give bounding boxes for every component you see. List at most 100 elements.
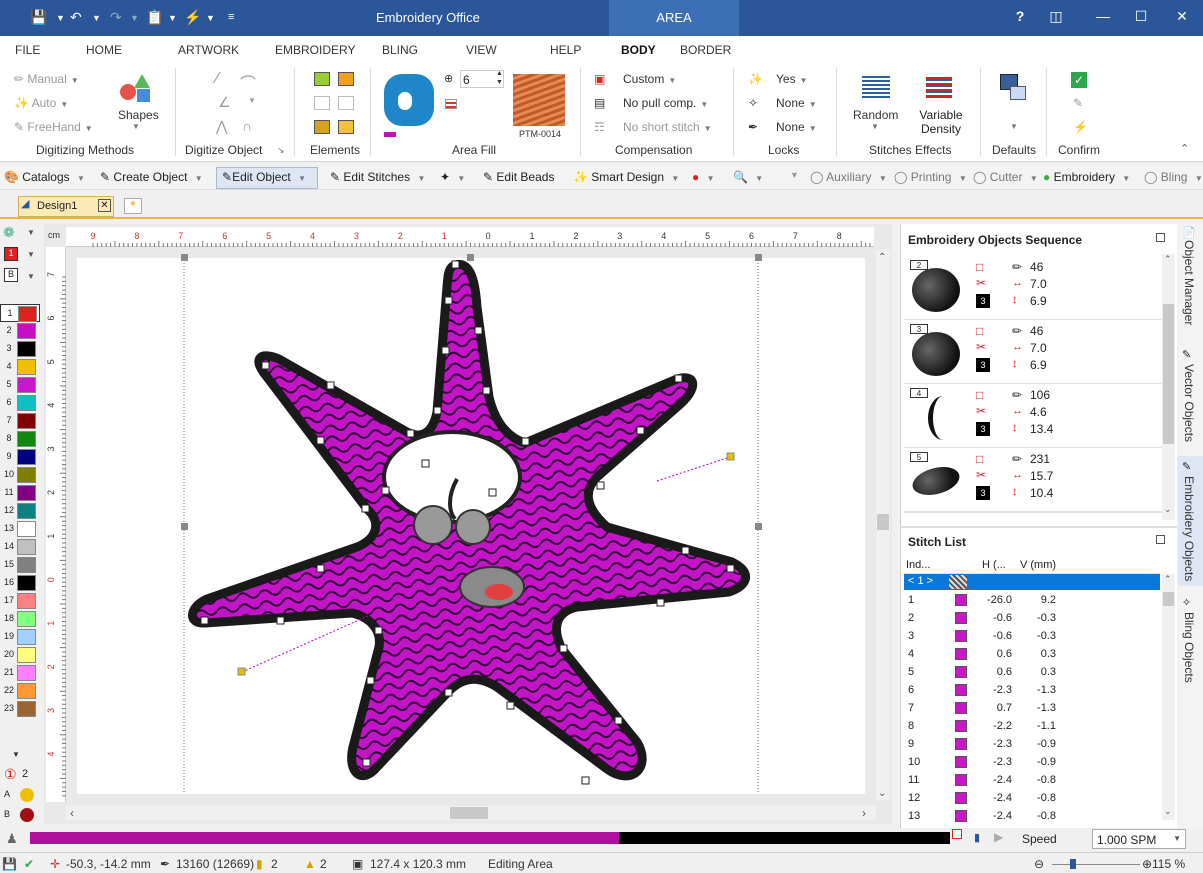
help-icon[interactable]: ? bbox=[1010, 8, 1030, 24]
canvas-hscrollbar[interactable]: ‹ › bbox=[66, 806, 876, 820]
stitch-row[interactable]: 5 0.6 0.3 bbox=[904, 663, 1160, 681]
new-tab-button[interactable]: ✶ bbox=[124, 198, 142, 214]
stitch-row[interactable]: 12 -2.4 -0.8 bbox=[904, 789, 1160, 807]
vscroll-thumb[interactable] bbox=[877, 514, 889, 530]
customize-qat-icon[interactable]: ≡ bbox=[228, 11, 234, 23]
palette-color-22[interactable]: 22 bbox=[0, 682, 40, 700]
stepper-up-icon[interactable]: ▲ bbox=[496, 70, 503, 77]
scroll-up-icon[interactable]: ⌃ bbox=[878, 252, 886, 263]
progress-end-marker[interactable] bbox=[952, 829, 962, 839]
variable-density-icon[interactable] bbox=[926, 76, 952, 98]
tab-bling[interactable]: BLING bbox=[382, 43, 418, 57]
sequence-row[interactable]: 4 □ ✂ 3 ✏ 106 ↔ 4.6 ↕ 13.4 bbox=[904, 384, 1162, 448]
auxiliary-toggle[interactable]: ◯ Auxiliary ▼ bbox=[810, 170, 887, 184]
edit-stitches-button[interactable]: ✎ Edit Stitches ▼ bbox=[330, 170, 425, 184]
bling-toggle[interactable]: ◯ Bling ▼ bbox=[1144, 170, 1203, 184]
smart-design-button[interactable]: ✨ Smart Design ▼ bbox=[573, 170, 679, 184]
shapes-icon[interactable] bbox=[120, 74, 154, 104]
edit-object-button[interactable]: ✎Edit Object ▼ bbox=[222, 170, 306, 184]
tab-border[interactable]: BORDER bbox=[680, 43, 731, 57]
arc-tool-icon[interactable]: ⌒ bbox=[240, 70, 256, 94]
stitch-row[interactable]: 3 -0.6 -0.3 bbox=[904, 627, 1160, 645]
stitch-row[interactable]: 6 -2.3 -1.3 bbox=[904, 681, 1160, 699]
palette-color-19[interactable]: 19 bbox=[0, 628, 40, 646]
embroidery-toggle[interactable]: ● Embroidery ▼ bbox=[1043, 170, 1130, 184]
resize-handle-left[interactable] bbox=[181, 523, 188, 530]
scroll-down-icon[interactable]: ▼ bbox=[12, 750, 20, 759]
bead-a-icon[interactable] bbox=[20, 788, 34, 802]
angle-tool-icon[interactable]: ∠ bbox=[218, 94, 231, 111]
palette-color-7[interactable]: 7 bbox=[0, 412, 40, 430]
cutter-toggle[interactable]: ◯ Cutter ▼ bbox=[973, 170, 1038, 184]
random-label[interactable]: Random bbox=[853, 108, 898, 122]
line-tool-icon[interactable]: ∕ bbox=[216, 70, 219, 88]
close-button[interactable]: ✕ bbox=[1172, 8, 1192, 25]
speed-select[interactable]: 1.000 SPM ▼ bbox=[1092, 829, 1186, 849]
dialog-launcher-icon[interactable]: ↘ bbox=[277, 145, 285, 156]
random-icon[interactable] bbox=[862, 76, 890, 98]
stitch-row[interactable]: 9 -2.3 -0.9 bbox=[904, 735, 1160, 753]
element-fill-icon[interactable] bbox=[314, 120, 330, 134]
tab-body[interactable]: BODY bbox=[621, 43, 656, 57]
freehand-button[interactable]: ✎ FreeHand ▼ bbox=[14, 120, 93, 134]
tab-design1[interactable]: ◢ Design1 ✕ bbox=[18, 196, 114, 217]
short-stitch-dropdown[interactable]: No short stitch ▼ bbox=[623, 120, 712, 134]
confirm-magic-icon[interactable]: ⚡ bbox=[1073, 120, 1088, 134]
resize-handle-top-left[interactable] bbox=[181, 254, 188, 261]
stitch-row[interactable]: 8 -2.2 -1.1 bbox=[904, 717, 1160, 735]
pull-comp-dropdown[interactable]: No pull comp. ▼ bbox=[623, 96, 708, 110]
chevron-down-icon[interactable]: ▼ bbox=[27, 272, 35, 281]
close-tab-icon[interactable]: ✕ bbox=[98, 199, 111, 212]
shapes-label[interactable]: Shapes bbox=[118, 108, 159, 122]
tab-embroidery-objects[interactable]: Embroidery Objects bbox=[1182, 476, 1196, 581]
zoom-slider-thumb[interactable] bbox=[1069, 859, 1076, 869]
tab-bling-objects[interactable]: Bling Objects bbox=[1182, 612, 1196, 683]
palette-color-10[interactable]: 10 bbox=[0, 466, 40, 484]
tab-help[interactable]: HELP bbox=[550, 43, 581, 57]
palette-color-9[interactable]: 9 bbox=[0, 448, 40, 466]
tab-artwork[interactable]: ARTWORK bbox=[178, 43, 239, 57]
chevron-down-icon[interactable]: ▼ bbox=[168, 13, 177, 23]
manual-button[interactable]: ✏ Manual ▼ bbox=[14, 72, 79, 86]
edit-beads-button[interactable]: ✎ Edit Beads bbox=[483, 170, 554, 184]
sequence-scrollbar[interactable]: ⌃ ⌄ bbox=[1162, 254, 1175, 520]
palette-color-21[interactable]: 21 bbox=[0, 664, 40, 682]
tab-file[interactable]: FILE bbox=[15, 43, 40, 57]
stitch-row[interactable]: 11 -2.4 -0.8 bbox=[904, 771, 1160, 789]
palette-color-11[interactable]: 11 bbox=[0, 484, 40, 502]
palette-color-23[interactable]: 23 bbox=[0, 700, 40, 718]
lock-none-dropdown-2[interactable]: None ▼ bbox=[776, 120, 817, 134]
catalogs-button[interactable]: 🎨 Catalogs ▼ bbox=[4, 170, 85, 184]
stitch-progress-bar[interactable] bbox=[30, 832, 950, 844]
palette-color-17[interactable]: 17 bbox=[0, 592, 40, 610]
cusp-tool-icon[interactable]: ⋀ bbox=[216, 118, 227, 135]
starfish-design[interactable] bbox=[77, 247, 877, 802]
save-icon[interactable]: 💾 bbox=[30, 9, 47, 26]
panel-restore-icon[interactable] bbox=[1156, 535, 1165, 544]
palette-color-2[interactable]: 2 bbox=[0, 322, 40, 340]
play-icon[interactable]: ▶ bbox=[994, 830, 1003, 844]
tab-embroidery[interactable]: EMBROIDERY bbox=[275, 43, 355, 57]
zoom-in-icon[interactable]: ⊕ bbox=[1142, 857, 1152, 871]
pencil-tool-button[interactable]: ✦ ▼ bbox=[440, 170, 465, 184]
tab-view[interactable]: VIEW bbox=[466, 43, 497, 57]
chevron-down-icon[interactable]: ▼ bbox=[27, 250, 35, 259]
custom-dropdown[interactable]: Custom ▼ bbox=[623, 72, 676, 86]
palette-color-20[interactable]: 20 bbox=[0, 646, 40, 664]
scroll-left-icon[interactable]: ‹ bbox=[70, 806, 74, 820]
element-pattern-icon[interactable] bbox=[338, 120, 354, 134]
sequence-row[interactable]: 2 □ ✂ 3 ✏ 46 ↔ 7.0 ↕ 6.9 bbox=[904, 256, 1162, 320]
background-indicator[interactable]: B bbox=[4, 268, 18, 282]
undo-icon[interactable]: ↶ bbox=[70, 9, 82, 26]
panel-splitter[interactable] bbox=[900, 526, 1177, 528]
thread-spool-icon[interactable]: ▮ bbox=[974, 831, 980, 844]
save-icon[interactable]: 💾 bbox=[2, 857, 17, 871]
palette-color-3[interactable]: 3 bbox=[0, 340, 40, 358]
lock-none-dropdown-1[interactable]: None ▼ bbox=[776, 96, 817, 110]
lightning-icon[interactable]: ⚡ bbox=[184, 9, 201, 26]
variable-density-label[interactable]: Variable Density bbox=[916, 108, 966, 136]
maximize-button[interactable]: ☐ bbox=[1131, 8, 1151, 25]
palette-color-16[interactable]: 16 bbox=[0, 574, 40, 592]
palette-color-1[interactable]: 1 bbox=[0, 304, 40, 322]
stepper-down-icon[interactable]: ▼ bbox=[496, 79, 503, 86]
